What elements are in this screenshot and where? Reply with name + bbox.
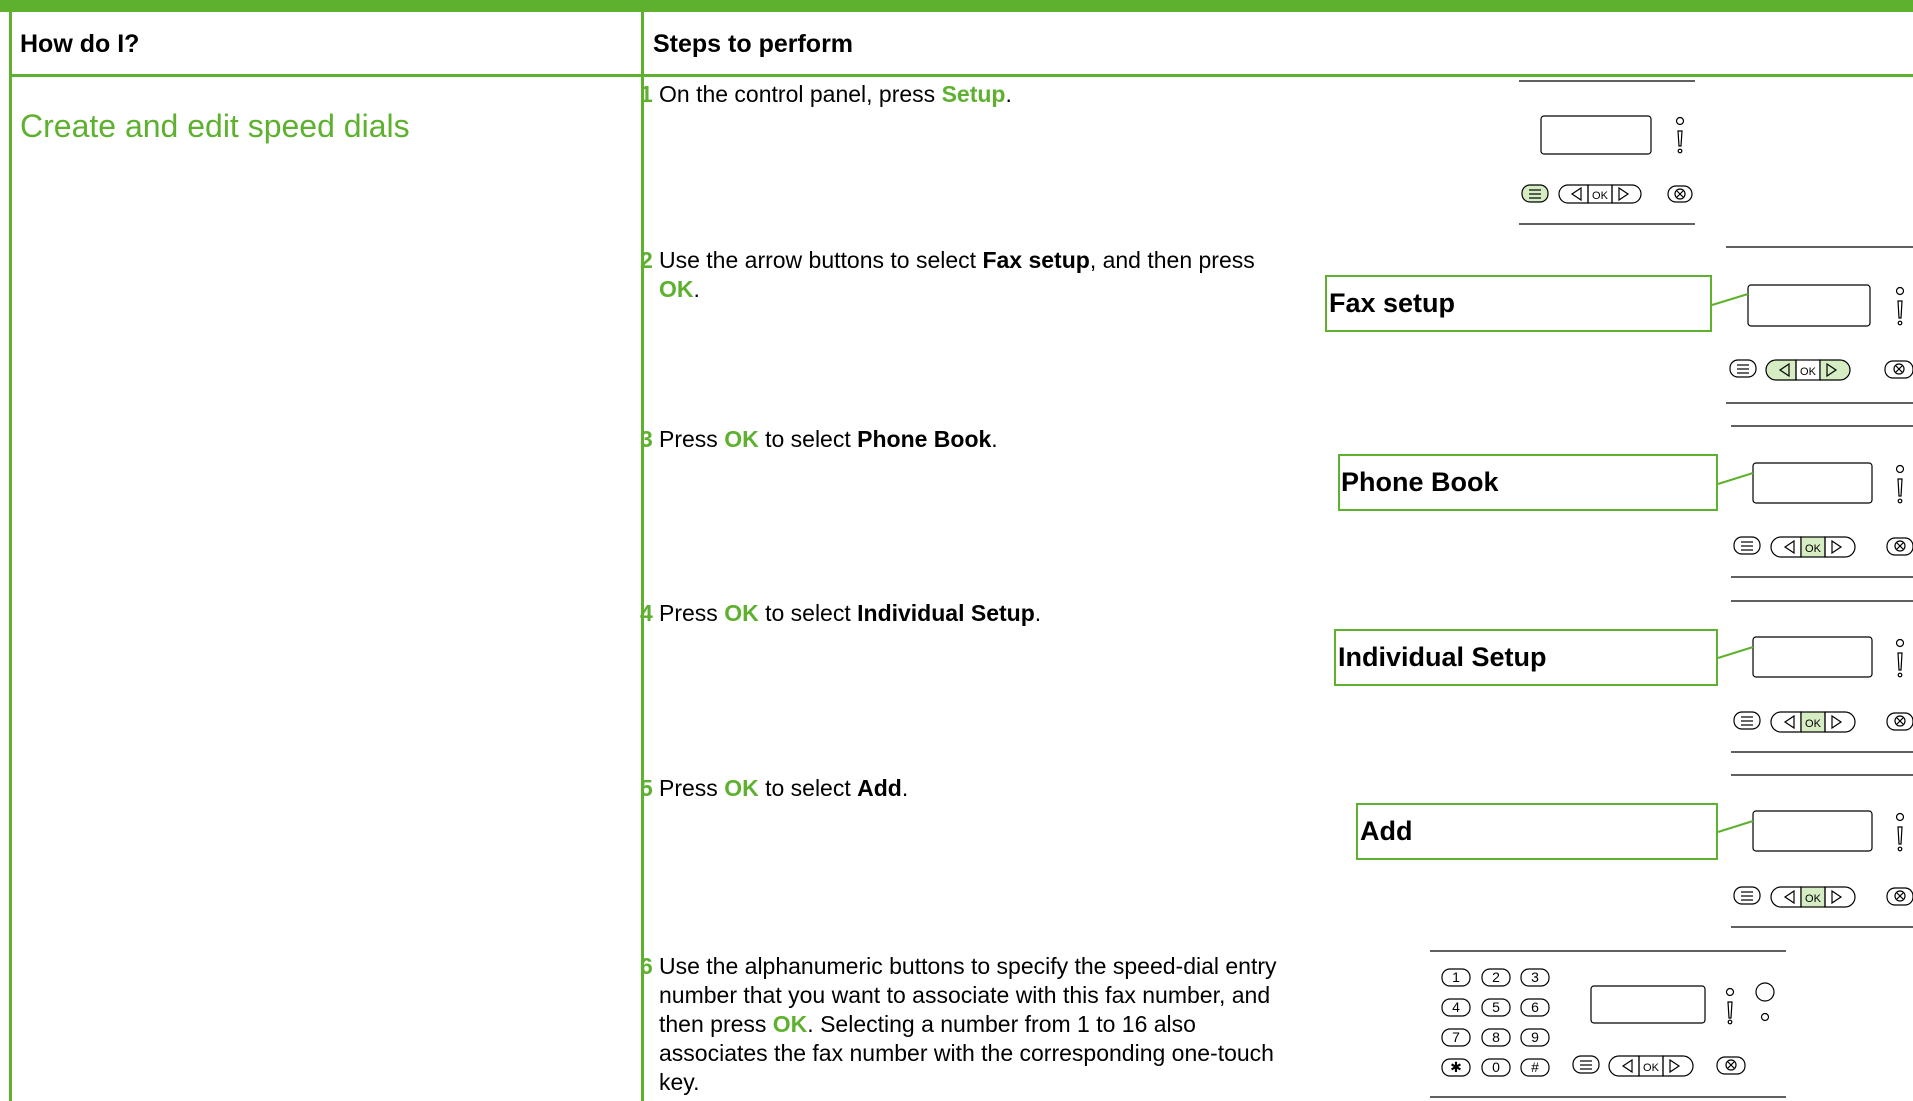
key-4-label: 4: [1452, 999, 1460, 1015]
key-6-label: 6: [1531, 999, 1539, 1015]
control-panel-step4: [1731, 600, 1913, 753]
control-panel-step2: [1726, 246, 1913, 404]
setup-button: [1733, 886, 1761, 905]
lcd-display: [1752, 810, 1873, 852]
attention-icon: [1897, 826, 1903, 845]
key-hash-label: #: [1531, 1059, 1539, 1075]
attention-icon: [1727, 1001, 1733, 1019]
attention-icon: [1897, 478, 1903, 497]
status-light-icon: [1895, 464, 1905, 474]
setup-button: [1733, 536, 1761, 555]
cancel-button: [1667, 185, 1693, 203]
lcd-display: [1590, 985, 1706, 1024]
key-1-label: 1: [1452, 969, 1460, 985]
status-light-icon: [1675, 116, 1685, 126]
attention-icon: [1897, 300, 1903, 319]
key-star-label: ✱: [1450, 1059, 1462, 1075]
status-light-icon: [1895, 812, 1905, 822]
attention-icon: [1677, 130, 1683, 147]
lcd-display: [1752, 462, 1873, 504]
status-light-icon: [1895, 286, 1905, 296]
key-7-label: 7: [1452, 1029, 1460, 1045]
ok-button-label: OK: [1800, 366, 1817, 378]
lcd-display: [1747, 284, 1871, 327]
key-3-label: 3: [1531, 969, 1539, 985]
power-button-icon: [1755, 982, 1775, 1002]
setup-button: [1572, 1055, 1600, 1074]
attention-icon: [1897, 652, 1903, 671]
ok-button-label: OK: [1592, 190, 1609, 202]
ok-button-label: OK: [1805, 543, 1822, 555]
setup-button: [1729, 359, 1757, 378]
ok-button-label: OK: [1805, 718, 1822, 730]
cancel-button: [1886, 712, 1913, 731]
ok-button-label: OK: [1643, 1062, 1660, 1074]
key-5-label: 5: [1492, 999, 1500, 1015]
key-9-label: 9: [1531, 1029, 1539, 1045]
setup-button: [1733, 711, 1761, 730]
key-8-label: 8: [1492, 1029, 1500, 1045]
cancel-button: [1716, 1056, 1746, 1075]
cancel-button: [1886, 537, 1913, 556]
control-panel-step6: [1430, 950, 1786, 1098]
status-light-icon: [1725, 987, 1735, 997]
control-panel-step3: [1731, 425, 1913, 578]
key-2-label: 2: [1492, 969, 1500, 985]
lcd-display: [1540, 115, 1652, 155]
cancel-button: [1884, 360, 1913, 379]
cancel-button: [1886, 887, 1913, 906]
lcd-display: [1752, 636, 1873, 678]
control-panel-illustrations: OK OK OK OK OK OK 1 2 3 4 5 6 7 8 9 ✱ 0 …: [1430, 80, 1913, 1098]
control-panel-step1: [1519, 80, 1695, 225]
ok-button-label: OK: [1805, 893, 1822, 905]
key-0-label: 0: [1492, 1059, 1500, 1075]
setup-button: [1521, 184, 1549, 203]
control-panel-step5: [1731, 774, 1913, 928]
status-light-icon: [1895, 638, 1905, 648]
